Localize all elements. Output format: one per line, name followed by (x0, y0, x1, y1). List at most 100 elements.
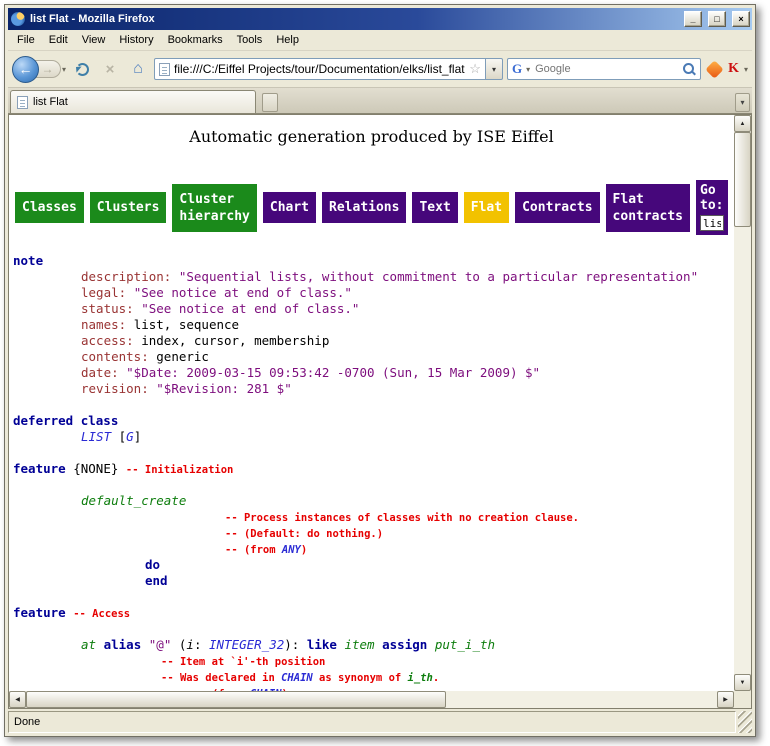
eiffel-nav-row: ClassesClustersCluster hierarchyChartRel… (9, 180, 734, 235)
nav-button-chart[interactable]: Chart (263, 192, 316, 223)
kaspersky-icon[interactable]: K (728, 61, 739, 77)
search-input[interactable] (533, 62, 679, 76)
goto-box: Go to: (696, 180, 728, 235)
menu-file[interactable]: File (10, 31, 42, 49)
list-all-tabs-button[interactable]: ▾ (735, 93, 750, 112)
code-text: feature (13, 461, 66, 476)
nav-button-contracts[interactable]: Contracts (515, 192, 599, 223)
stop-button[interactable]: × (98, 57, 122, 81)
goto-input[interactable] (700, 215, 724, 231)
location-bar: ☆ (154, 58, 486, 80)
extension-dropdown[interactable]: ▾ (744, 65, 748, 74)
class-link[interactable]: ANY (282, 544, 301, 556)
menu-view[interactable]: View (75, 31, 113, 49)
code-line: -- Item at `i'-th position (13, 653, 734, 669)
scroll-right-button[interactable]: ▶ (717, 691, 734, 708)
minimize-button[interactable]: _ (684, 11, 702, 27)
code-text: -- (from (225, 544, 282, 556)
code-line: -- (Default: do nothing.) (13, 525, 734, 541)
menu-edit[interactable]: Edit (42, 31, 75, 49)
feature-link[interactable]: item (344, 637, 374, 652)
code-text: description: (81, 269, 179, 284)
code-text: ] (134, 429, 142, 444)
nav-button-cluster-hierarchy[interactable]: Cluster hierarchy (172, 184, 256, 232)
menu-help[interactable]: Help (269, 31, 306, 49)
feature-link[interactable]: i_th (408, 672, 433, 684)
code-text: list, sequence (134, 317, 239, 332)
code-line (13, 477, 734, 493)
feature-link[interactable]: default_create (81, 493, 186, 508)
code-text: do (145, 557, 160, 572)
code-text: "$Revision: 281 $" (156, 381, 291, 396)
code-text: ) (301, 544, 307, 556)
search-engine-dropdown[interactable]: ▾ (526, 65, 530, 74)
tab-label: list Flat (33, 96, 68, 108)
code-line: note (13, 253, 734, 269)
class-link[interactable]: G (126, 429, 134, 444)
nav-button-flat[interactable]: Flat (464, 192, 509, 223)
resize-grip[interactable] (738, 711, 752, 733)
code-line: legal: "See notice at end of class." (13, 285, 734, 301)
history-dropdown[interactable]: ▾ (62, 65, 66, 74)
close-button[interactable]: × (732, 11, 750, 27)
class-link[interactable]: CHAIN (281, 672, 313, 684)
code-text: -- Item at `i'-th position (161, 656, 325, 668)
code-line (13, 397, 734, 413)
page-title: Automatic generation produced by ISE Eif… (9, 127, 734, 146)
menu-bookmarks[interactable]: Bookmarks (161, 31, 230, 49)
scroll-left-button[interactable]: ◀ (9, 691, 26, 708)
code-text: -- (Default: do nothing.) (225, 528, 383, 540)
menu-tools[interactable]: Tools (230, 31, 270, 49)
code-line (13, 589, 734, 605)
vertical-scrollbar[interactable]: ▲ ▼ (734, 115, 751, 691)
reload-icon (76, 63, 89, 76)
nav-button-text[interactable]: Text (412, 192, 457, 223)
code-line: -- Process instances of classes with no … (13, 509, 734, 525)
horizontal-scrollbar-thumb[interactable] (26, 691, 446, 708)
code-text: end (145, 573, 168, 588)
code-line: default_create (13, 493, 734, 509)
feature-link[interactable]: put_i_th (435, 637, 495, 652)
code-line: description: "Sequential lists, without … (13, 269, 734, 285)
horizontal-scrollbar[interactable]: ◀ ▶ (9, 691, 734, 708)
home-button[interactable]: ⌂ (126, 57, 150, 81)
nav-button-clusters[interactable]: Clusters (90, 192, 167, 223)
feature-link[interactable]: at (81, 637, 96, 652)
back-button[interactable]: ← (12, 56, 39, 83)
tab-bar-button[interactable] (262, 93, 278, 112)
class-link[interactable]: INTEGER_32 (209, 637, 284, 652)
code-line: LIST [G] (13, 429, 734, 445)
scroll-down-button[interactable]: ▼ (734, 674, 751, 691)
maximize-button[interactable]: □ (708, 11, 726, 27)
bookmark-star-icon[interactable]: ☆ (469, 61, 481, 77)
nav-button-flat-contracts[interactable]: Flat contracts (606, 184, 690, 232)
nav-button-relations[interactable]: Relations (322, 192, 406, 223)
reload-button[interactable] (70, 57, 94, 81)
code-text: date: (81, 365, 126, 380)
code-line: -- (from ANY) (13, 541, 734, 557)
code-text: "Sequential lists, without commitment to… (179, 269, 698, 284)
code-text: {NONE} (66, 461, 126, 476)
class-link[interactable]: LIST (81, 429, 111, 444)
search-icon[interactable] (682, 62, 696, 76)
code-text: assign (382, 637, 427, 652)
code-text: : (194, 637, 209, 652)
code-line: feature {NONE} -- Initialization (13, 461, 734, 477)
code-line (13, 621, 734, 637)
scroll-up-button[interactable]: ▲ (734, 115, 751, 132)
url-input[interactable] (174, 62, 465, 76)
menu-history[interactable]: History (112, 31, 160, 49)
code-line (13, 445, 734, 461)
back-forward-group: ← → ▾ (12, 56, 66, 83)
code-text: index, cursor, membership (141, 333, 329, 348)
url-history-dropdown[interactable]: ▾ (486, 58, 503, 80)
status-text: Done (8, 711, 736, 733)
nav-button-classes[interactable]: Classes (15, 192, 84, 223)
navigation-toolbar: ← → ▾ × ⌂ ☆ ▾ G ▾ K ▾ (8, 51, 752, 88)
tab-list-flat[interactable]: list Flat (10, 90, 256, 113)
code-text: alias (104, 637, 142, 652)
firefox-window: list Flat - Mozilla Firefox _ □ × FileEd… (4, 4, 756, 737)
vertical-scrollbar-thumb[interactable] (734, 132, 751, 227)
extension-icon[interactable] (705, 60, 723, 78)
code-text (427, 637, 435, 652)
